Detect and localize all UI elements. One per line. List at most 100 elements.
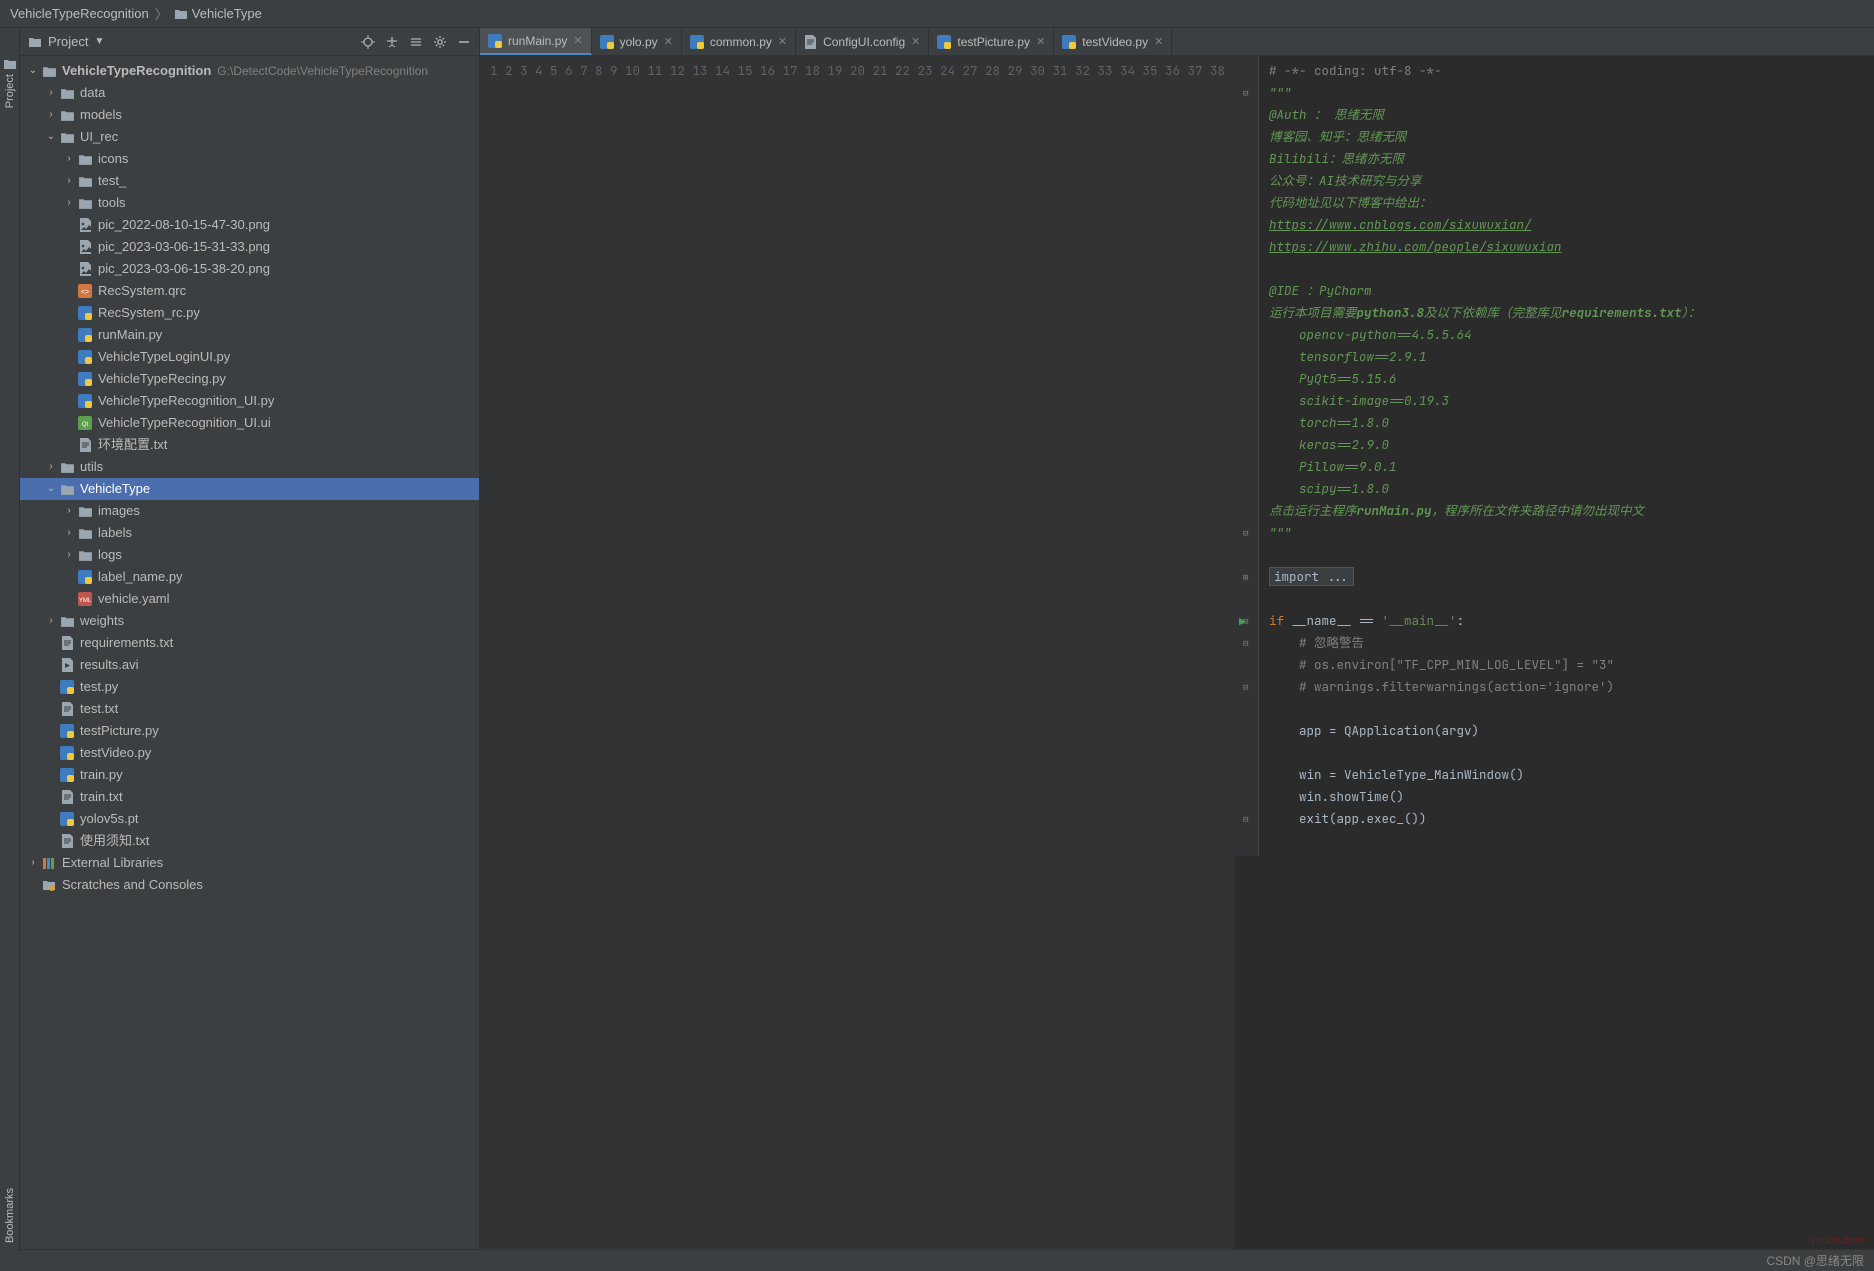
tree-item[interactable]: 使用须知.txt [20, 830, 479, 852]
editor-area: runMain.py✕yolo.py✕common.py✕ConfigUI.co… [480, 28, 1874, 1249]
tree-label: test_ [98, 171, 126, 191]
tree-arrow-icon[interactable]: › [44, 105, 58, 125]
tree-item[interactable]: train.py [20, 764, 479, 786]
editor-tab[interactable]: testVideo.py✕ [1054, 28, 1172, 55]
editor-tab[interactable]: runMain.py✕ [480, 28, 592, 55]
tree-label: models [80, 105, 122, 125]
tab-label: testPicture.py [957, 35, 1030, 49]
tree-arrow-icon[interactable]: ⌄ [44, 127, 58, 147]
fold-icon[interactable]: ⊟ [1243, 615, 1248, 627]
tree-arrow-icon[interactable]: › [62, 149, 76, 169]
breadcrumb-root[interactable]: VehicleTypeRecognition [10, 6, 149, 21]
tree-item[interactable]: ⌄VehicleTypeRecognitionG:\DetectCode\Veh… [20, 60, 479, 82]
project-tree[interactable]: ⌄VehicleTypeRecognitionG:\DetectCode\Veh… [20, 56, 479, 1249]
tree-item[interactable]: ›icons [20, 148, 479, 170]
folder-icon [58, 615, 76, 628]
hide-icon[interactable] [457, 35, 471, 49]
tree-item[interactable]: pic_2022-08-10-15-47-30.png [20, 214, 479, 236]
tree-item[interactable]: requirements.txt [20, 632, 479, 654]
tree-item[interactable]: ⌄VehicleType [20, 478, 479, 500]
py-icon [76, 570, 94, 584]
tree-item[interactable]: yolov5s.pt [20, 808, 479, 830]
tree-item[interactable]: › data [20, 82, 479, 104]
tree-item[interactable]: ›images [20, 500, 479, 522]
tree-item[interactable]: Scratches and Consoles [20, 874, 479, 896]
tree-arrow-icon[interactable]: › [62, 545, 76, 565]
tree-item[interactable]: VehicleTypeRecing.py [20, 368, 479, 390]
tree-item[interactable]: test.py [20, 676, 479, 698]
tree-arrow-icon[interactable]: › [44, 611, 58, 631]
yaml-icon: YML [76, 592, 94, 606]
project-panel-title[interactable]: Project [48, 34, 88, 49]
tree-item[interactable]: ›External Libraries [20, 852, 479, 874]
fold-icon[interactable]: ⊟ [1243, 527, 1248, 539]
tree-item[interactable]: ›utils [20, 456, 479, 478]
tree-item[interactable]: ›labels [20, 522, 479, 544]
locate-icon[interactable] [361, 35, 375, 49]
tree-arrow-icon[interactable]: › [44, 83, 58, 103]
tree-item[interactable]: RecSystem_rc.py [20, 302, 479, 324]
tree-item[interactable]: › test_ [20, 170, 479, 192]
tree-item[interactable]: ⌄UI_rec [20, 126, 479, 148]
tree-item[interactable]: results.avi [20, 654, 479, 676]
close-icon[interactable]: ✕ [1036, 35, 1045, 48]
fold-icon[interactable]: ⊞ [1243, 571, 1248, 583]
tree-item[interactable]: VehicleTypeRecognition_UI.py [20, 390, 479, 412]
close-icon[interactable]: ✕ [664, 35, 673, 48]
tree-item[interactable]: YMLvehicle.yaml [20, 588, 479, 610]
tree-item[interactable]: ›logs [20, 544, 479, 566]
tree-item[interactable]: 环境配置.txt [20, 434, 479, 456]
tree-item[interactable]: label_name.py [20, 566, 479, 588]
tree-arrow-icon[interactable]: › [62, 171, 76, 191]
editor-tab[interactable]: testPicture.py ✕ [929, 28, 1054, 55]
close-icon[interactable]: ✕ [778, 35, 787, 48]
tree-arrow-icon[interactable]: › [62, 501, 76, 521]
fold-icon[interactable]: ⊟ [1243, 681, 1248, 693]
tree-item[interactable]: ›tools [20, 192, 479, 214]
tree-arrow-icon[interactable]: ⌄ [26, 61, 40, 81]
editor-tab[interactable]: common.py✕ [682, 28, 796, 55]
tree-item[interactable]: test.txt [20, 698, 479, 720]
tree-label: train.py [80, 765, 123, 785]
tree-item[interactable]: › models [20, 104, 479, 126]
project-strip-icon[interactable] [3, 58, 17, 70]
close-icon[interactable]: ✕ [911, 35, 920, 48]
close-icon[interactable]: ✕ [573, 34, 582, 47]
chevron-down-icon[interactable]: ▼ [94, 36, 104, 47]
tree-label: data [80, 83, 105, 103]
editor-tab[interactable]: ConfigUI.config✕ [796, 28, 929, 55]
tree-item[interactable]: train.txt [20, 786, 479, 808]
tree-arrow-icon[interactable]: › [26, 853, 40, 873]
project-tool-button[interactable]: Project [4, 74, 16, 108]
editor-tab[interactable]: yolo.py✕ [592, 28, 682, 55]
collapse-all-icon[interactable] [409, 35, 423, 49]
svg-text:<>: <> [81, 289, 89, 296]
tree-item[interactable]: pic_2023-03-06-15-38-20.png [20, 258, 479, 280]
code-area[interactable]: 1 2 3 4 5 6 7 8 9 10 11 12 13 14 15 16 1… [480, 56, 1874, 1249]
fold-icon[interactable]: ⊟ [1243, 637, 1248, 649]
tree-arrow-icon[interactable]: › [62, 523, 76, 543]
bookmarks-tool-button[interactable]: Bookmarks [4, 1188, 16, 1243]
tree-item[interactable]: pic_2023-03-06-15-31-33.png [20, 236, 479, 258]
tree-arrow-icon[interactable]: ⌄ [44, 479, 58, 499]
expand-all-icon[interactable] [385, 35, 399, 49]
gear-icon[interactable] [433, 35, 447, 49]
tree-arrow-icon[interactable]: › [62, 193, 76, 213]
tree-arrow-icon[interactable]: › [44, 457, 58, 477]
scratch-icon [40, 879, 58, 892]
fold-icon[interactable]: ⊟ [1243, 813, 1248, 825]
tree-item[interactable]: runMain.py [20, 324, 479, 346]
qrc-icon: <> [76, 284, 94, 298]
editor-content[interactable]: # -*- coding: utf-8 -*- """ @Auth ： 思绪无限… [1259, 56, 1710, 1249]
txt-icon [58, 702, 76, 716]
tree-item[interactable]: QtVehicleTypeRecognition_UI.ui [20, 412, 479, 434]
tree-item[interactable]: testVideo.py [20, 742, 479, 764]
folder-icon [174, 8, 188, 20]
fold-icon[interactable]: ⊟ [1243, 87, 1248, 99]
tree-item[interactable]: ›weights [20, 610, 479, 632]
breadcrumb-item[interactable]: VehicleType [192, 6, 262, 21]
close-icon[interactable]: ✕ [1154, 35, 1163, 48]
tree-item[interactable]: VehicleTypeLoginUI.py [20, 346, 479, 368]
tree-item[interactable]: <>RecSystem.qrc [20, 280, 479, 302]
tree-item[interactable]: testPicture.py [20, 720, 479, 742]
